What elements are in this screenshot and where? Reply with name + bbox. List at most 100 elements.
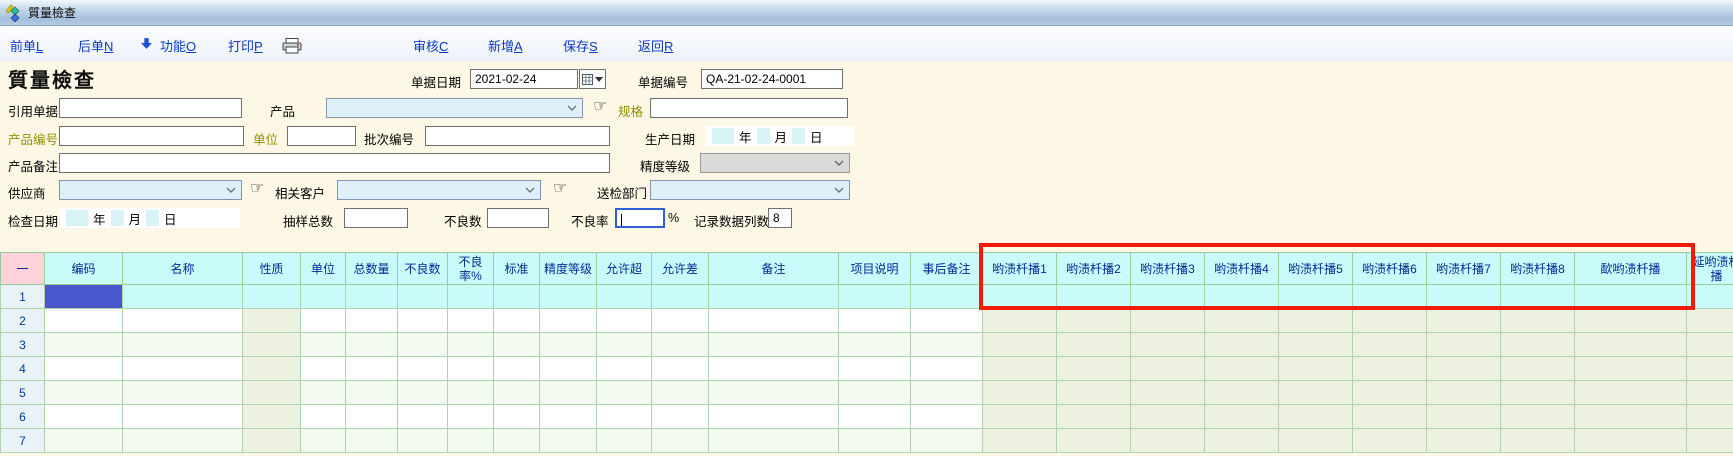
record-cols-input[interactable]: 8 <box>768 208 792 228</box>
body-cell[interactable] <box>540 333 597 357</box>
body-cell[interactable] <box>494 381 540 405</box>
body-cell[interactable] <box>597 333 652 357</box>
audit-button[interactable]: 审核C <box>413 36 448 55</box>
prod-date-field[interactable]: 年 月 日 <box>706 126 854 146</box>
column-header[interactable]: 允许差 <box>652 252 709 285</box>
body-cell[interactable] <box>1501 429 1575 453</box>
body-cell[interactable] <box>398 285 448 309</box>
body-cell[interactable] <box>398 333 448 357</box>
body-cell[interactable] <box>652 405 709 429</box>
body-cell[interactable] <box>1353 381 1427 405</box>
body-cell[interactable] <box>243 333 301 357</box>
body-cell[interactable] <box>243 309 301 333</box>
body-cell[interactable] <box>839 405 911 429</box>
body-cell[interactable] <box>983 333 1057 357</box>
body-cell[interactable] <box>448 381 494 405</box>
function-arrow-icon[interactable] <box>140 37 153 53</box>
function-menu-button[interactable]: 功能O <box>160 36 196 55</box>
column-header[interactable]: 哟渍杄播4 <box>1205 252 1279 285</box>
row-number-cell[interactable]: 7 <box>0 429 45 453</box>
body-cell[interactable] <box>1687 405 1733 429</box>
body-cell[interactable] <box>540 429 597 453</box>
body-cell[interactable] <box>839 285 911 309</box>
customer-select[interactable] <box>337 180 541 200</box>
body-cell[interactable] <box>1279 405 1353 429</box>
product-select[interactable] <box>326 98 583 118</box>
body-cell[interactable] <box>45 357 123 381</box>
supplier-select[interactable] <box>59 180 242 200</box>
body-cell[interactable] <box>1057 333 1131 357</box>
body-cell[interactable] <box>709 309 839 333</box>
body-cell[interactable] <box>494 429 540 453</box>
body-cell[interactable] <box>1057 381 1131 405</box>
prev-doc-button[interactable]: 前单L <box>10 36 43 55</box>
body-cell[interactable] <box>911 309 983 333</box>
grid-corner-cell[interactable]: 一 <box>0 252 45 285</box>
body-cell[interactable] <box>1575 429 1687 453</box>
body-cell[interactable] <box>243 405 301 429</box>
body-cell[interactable] <box>301 405 346 429</box>
body-cell[interactable] <box>301 285 346 309</box>
body-cell[interactable] <box>123 333 243 357</box>
body-cell[interactable] <box>45 381 123 405</box>
body-cell[interactable] <box>597 429 652 453</box>
body-cell[interactable] <box>45 405 123 429</box>
body-cell[interactable] <box>301 381 346 405</box>
check-date-field[interactable]: 年 月 日 <box>60 208 240 228</box>
selected-cell[interactable] <box>45 285 123 309</box>
body-cell[interactable] <box>709 333 839 357</box>
body-cell[interactable] <box>1687 309 1733 333</box>
body-cell[interactable] <box>1501 405 1575 429</box>
body-cell[interactable] <box>243 429 301 453</box>
spec-input[interactable] <box>650 98 848 118</box>
body-cell[interactable] <box>1131 429 1205 453</box>
body-cell[interactable] <box>301 309 346 333</box>
body-cell[interactable] <box>597 285 652 309</box>
body-cell[interactable] <box>652 429 709 453</box>
body-cell[interactable] <box>123 381 243 405</box>
body-cell[interactable] <box>1057 405 1131 429</box>
body-cell[interactable] <box>1501 309 1575 333</box>
body-cell[interactable] <box>1057 357 1131 381</box>
body-cell[interactable] <box>346 381 398 405</box>
body-cell[interactable] <box>1427 405 1501 429</box>
body-cell[interactable] <box>983 429 1057 453</box>
body-cell[interactable] <box>709 405 839 429</box>
body-cell[interactable] <box>1131 357 1205 381</box>
precision-select[interactable] <box>700 153 850 173</box>
customer-picker-hand-icon[interactable]: ☞ <box>553 181 567 197</box>
body-cell[interactable] <box>597 381 652 405</box>
body-cell[interactable] <box>1353 285 1427 309</box>
body-cell[interactable] <box>839 429 911 453</box>
row-number-cell[interactable]: 2 <box>0 309 45 333</box>
body-cell[interactable] <box>1205 309 1279 333</box>
body-cell[interactable] <box>911 357 983 381</box>
body-cell[interactable] <box>1205 333 1279 357</box>
body-cell[interactable] <box>839 309 911 333</box>
column-header[interactable]: 事后备注 <box>911 252 983 285</box>
column-header[interactable]: 哟渍杄播5 <box>1279 252 1353 285</box>
unit-input[interactable] <box>287 126 356 146</box>
body-cell[interactable] <box>1353 309 1427 333</box>
body-cell[interactable] <box>983 357 1057 381</box>
body-cell[interactable] <box>1279 285 1353 309</box>
body-cell[interactable] <box>1575 405 1687 429</box>
column-header[interactable]: 不良率% <box>448 252 494 285</box>
body-cell[interactable] <box>1575 381 1687 405</box>
body-cell[interactable] <box>1687 357 1733 381</box>
body-cell[interactable] <box>398 429 448 453</box>
body-cell[interactable] <box>839 333 911 357</box>
check-day-box[interactable] <box>146 210 159 226</box>
batch-no-input[interactable] <box>425 126 610 146</box>
body-cell[interactable] <box>1427 285 1501 309</box>
body-cell[interactable] <box>709 381 839 405</box>
body-cell[interactable] <box>1501 333 1575 357</box>
body-cell[interactable] <box>911 285 983 309</box>
column-header[interactable]: 性质 <box>243 252 301 285</box>
body-cell[interactable] <box>346 405 398 429</box>
column-header[interactable]: 延哟渍杄播 <box>1687 252 1733 285</box>
body-cell[interactable] <box>652 333 709 357</box>
body-cell[interactable] <box>652 285 709 309</box>
body-cell[interactable] <box>652 309 709 333</box>
body-cell[interactable] <box>243 381 301 405</box>
